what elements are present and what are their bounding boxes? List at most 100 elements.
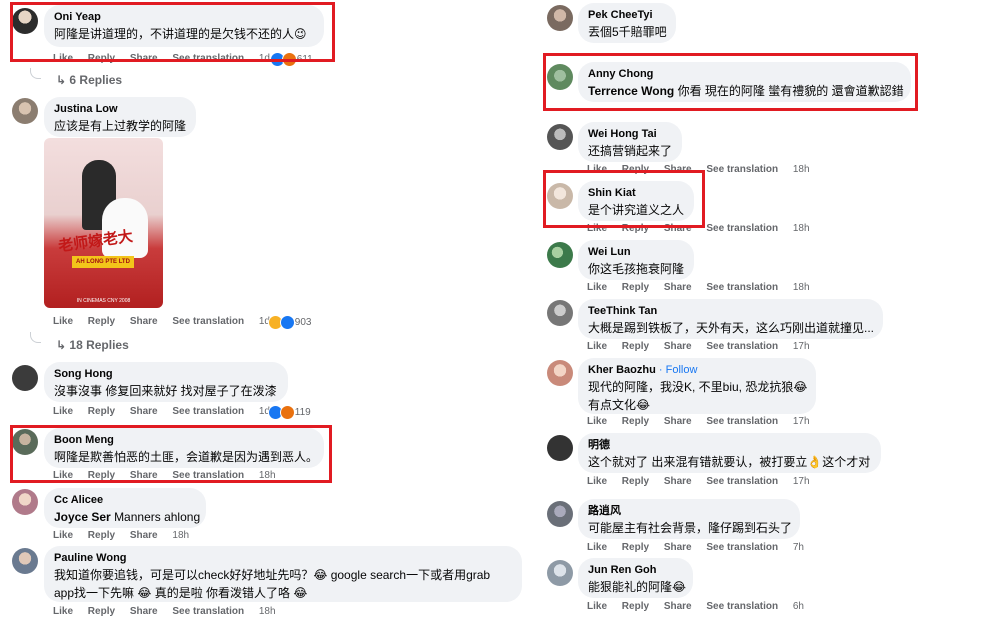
- angry-reaction-icon: [280, 405, 295, 420]
- see-translation-link[interactable]: See translation: [706, 164, 778, 175]
- poster-banner: AH LONG PTE LTD: [72, 256, 134, 268]
- comment-bubble: Song Hong 沒事沒事 修复回来就好 找对屋子了在泼漆: [44, 362, 288, 402]
- share-button[interactable]: Share: [664, 476, 692, 487]
- reply-button[interactable]: Reply: [622, 341, 649, 352]
- see-translation-link[interactable]: See translation: [706, 476, 778, 487]
- comment-author[interactable]: Pek CheeTyi: [588, 9, 666, 22]
- comment-author[interactable]: 明德: [588, 439, 871, 452]
- like-button[interactable]: Like: [53, 530, 73, 541]
- see-translation-link[interactable]: See translation: [706, 416, 778, 427]
- comment-author[interactable]: 路逍风: [588, 505, 790, 518]
- comment-time[interactable]: 18h: [793, 223, 810, 234]
- share-button[interactable]: Share: [664, 542, 692, 553]
- comment-time[interactable]: 17h: [793, 341, 810, 352]
- comment-author[interactable]: Wei Hong Tai: [588, 128, 672, 141]
- reaction-count: 903: [294, 317, 312, 329]
- avatar[interactable]: [12, 365, 38, 391]
- comment-author[interactable]: Song Hong: [54, 368, 278, 381]
- comment-text: 现代的阿隆，我没K, 不里biu, 恐龙抗狼😂: [588, 380, 808, 394]
- see-translation-link[interactable]: See translation: [172, 606, 244, 617]
- comment-text: 还搞营销起来了: [588, 144, 673, 158]
- comment-time[interactable]: 17h: [793, 476, 810, 487]
- like-button[interactable]: Like: [53, 406, 73, 417]
- see-translation-link[interactable]: See translation: [706, 542, 778, 553]
- comment-text: 应该是有上过教学的阿隆: [54, 119, 187, 133]
- comment-author: Kher Baozhu · Follow: [588, 364, 698, 376]
- avatar[interactable]: [12, 548, 38, 574]
- reply-button[interactable]: Reply: [88, 530, 115, 541]
- comment-time[interactable]: 18h: [793, 282, 810, 293]
- see-translation-link[interactable]: See translation: [172, 316, 244, 327]
- see-translation-link[interactable]: See translation: [706, 223, 778, 234]
- reaction-summary[interactable]: 119: [268, 405, 311, 420]
- like-button[interactable]: Like: [587, 416, 607, 427]
- reply-button[interactable]: Reply: [622, 476, 649, 487]
- avatar[interactable]: [547, 501, 573, 527]
- avatar[interactable]: [12, 98, 38, 124]
- comment-image[interactable]: 老师嫁老大 AH LONG PTE LTD IN CINEMAS CNY 200…: [44, 138, 163, 308]
- like-button[interactable]: Like: [587, 476, 607, 487]
- reply-button[interactable]: Reply: [88, 606, 115, 617]
- see-translation-link[interactable]: See translation: [706, 282, 778, 293]
- share-button[interactable]: Share: [130, 316, 158, 327]
- share-button[interactable]: Share: [130, 406, 158, 417]
- comment-actions: Like Reply Share 18h: [53, 530, 201, 541]
- highlight-box: [10, 2, 335, 62]
- comment-time[interactable]: 17h: [793, 416, 810, 427]
- like-button[interactable]: Like: [587, 341, 607, 352]
- comment-author[interactable]: Jun Ren Goh: [588, 564, 683, 577]
- reply-button[interactable]: Reply: [88, 316, 115, 327]
- avatar[interactable]: [547, 5, 573, 31]
- share-button[interactable]: Share: [664, 282, 692, 293]
- like-button[interactable]: Like: [587, 282, 607, 293]
- comment-author[interactable]: Cc Alicee: [54, 494, 196, 507]
- comment-author[interactable]: TeeThink Tan: [588, 305, 873, 318]
- comment-author[interactable]: Pauline Wong: [54, 552, 512, 565]
- comment-time[interactable]: 18h: [172, 530, 189, 541]
- reaction-summary[interactable]: 903: [268, 315, 311, 330]
- share-button[interactable]: Share: [664, 601, 692, 612]
- see-translation-link[interactable]: See translation: [706, 341, 778, 352]
- reply-button[interactable]: Reply: [622, 601, 649, 612]
- avatar[interactable]: [12, 489, 38, 515]
- avatar[interactable]: [547, 360, 573, 386]
- comment-text: Joyce Ser Manners ahlong: [54, 510, 201, 524]
- comment-bubble: Pauline Wong 我知道你要追钱，可是可以check好好地址先吗？😂 g…: [44, 546, 522, 602]
- comment-bubble: Kher Baozhu · Follow 现代的阿隆，我没K, 不里biu, 恐…: [578, 358, 816, 414]
- share-button[interactable]: Share: [664, 416, 692, 427]
- share-button[interactable]: Share: [664, 341, 692, 352]
- mentioned-user[interactable]: Joyce Ser: [54, 510, 111, 524]
- comment-time[interactable]: 18h: [259, 606, 276, 617]
- reply-button[interactable]: Reply: [622, 416, 649, 427]
- comment-time[interactable]: 18h: [793, 164, 810, 175]
- like-button[interactable]: Like: [53, 316, 73, 327]
- avatar[interactable]: [547, 560, 573, 586]
- comment-author[interactable]: Wei Lun: [588, 246, 684, 259]
- comment-text: 你这毛孩拖衰阿隆: [588, 262, 685, 276]
- reply-button[interactable]: Reply: [88, 406, 115, 417]
- comment-bubble: 路逍风 可能屋主有社会背景，隆仔踢到石头了: [578, 499, 800, 539]
- comment-time[interactable]: 6h: [793, 601, 804, 612]
- see-translation-link[interactable]: See translation: [706, 601, 778, 612]
- comment-actions: Like Reply Share See translation 7h: [587, 542, 816, 553]
- comment-author[interactable]: Justina Low: [54, 103, 186, 116]
- avatar[interactable]: [547, 300, 573, 326]
- follow-button[interactable]: · Follow: [659, 364, 698, 376]
- reaction-count: 119: [294, 407, 311, 419]
- share-button[interactable]: Share: [130, 606, 158, 617]
- avatar[interactable]: [547, 435, 573, 461]
- avatar[interactable]: [547, 242, 573, 268]
- avatar[interactable]: [547, 124, 573, 150]
- comment-time[interactable]: 7h: [793, 542, 804, 553]
- view-replies-link[interactable]: ↳ 18 Replies: [56, 338, 129, 352]
- reply-button[interactable]: Reply: [622, 542, 649, 553]
- like-button[interactable]: Like: [587, 542, 607, 553]
- view-replies-link[interactable]: ↳ 6 Replies: [56, 73, 122, 87]
- like-button[interactable]: Like: [53, 606, 73, 617]
- comment-bubble: Wei Hong Tai 还搞营销起来了: [578, 122, 682, 162]
- see-translation-link[interactable]: See translation: [172, 406, 244, 417]
- comment-text: app找一下先嘛 😂 真的是啦 你看泼错人了咯 😂: [54, 586, 308, 600]
- reply-button[interactable]: Reply: [622, 282, 649, 293]
- share-button[interactable]: Share: [130, 530, 158, 541]
- like-button[interactable]: Like: [587, 601, 607, 612]
